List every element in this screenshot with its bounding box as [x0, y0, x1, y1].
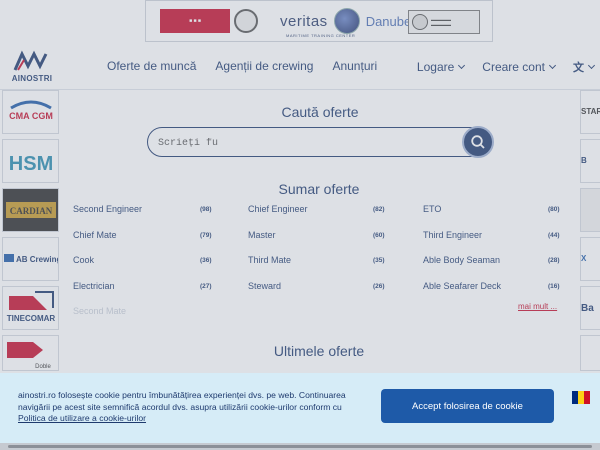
cookie-message: ainostri.ro folosește cookie pentru îmbu…	[18, 390, 368, 425]
nav-crewing-agencies[interactable]: Agenții de crewing	[215, 59, 313, 73]
chevron-down-icon	[548, 61, 557, 70]
job-summary-item[interactable]: Able Body Seaman (28)	[423, 255, 562, 265]
horizontal-scrollbar[interactable]	[0, 443, 600, 450]
cookie-policy-link[interactable]: Politica de utilizare a cookie-urilor	[18, 413, 146, 423]
banner-red-logo: ■ ■ ■	[160, 9, 230, 33]
job-name: Electrician	[73, 281, 115, 291]
cert-lines: ▬▬▬▬▬ ▬▬▬▬▬	[431, 17, 451, 27]
job-summary-item[interactable]: Able Seafarer Deck (16)	[423, 281, 562, 291]
tinecomar-logo-icon: TINECOMAR	[6, 291, 55, 323]
job-summary-item[interactable]: Second Engineer (98)	[73, 204, 214, 214]
job-name: Steward	[248, 281, 282, 291]
login-menu[interactable]: Logare	[416, 60, 466, 74]
account-nav: Logare Creare cont 文	[399, 59, 596, 75]
more-offers-link[interactable]: mai mult ...	[518, 302, 557, 311]
svg-text:CARDIAN: CARDIAN	[9, 206, 52, 216]
cert-seal-icon	[412, 14, 428, 30]
svg-text:Doble: Doble	[35, 364, 51, 370]
job-count: (60)	[373, 232, 385, 239]
job-count: (82)	[373, 206, 385, 213]
site-header: AINOSTRI Oferte de muncă Agenții de crew…	[0, 44, 600, 90]
top-ad-banner[interactable]: ■ ■ ■ veritas Danube MARITIME TRAINING C…	[145, 0, 493, 42]
svg-text:HSM: HSM	[9, 153, 53, 175]
nav-job-offers[interactable]: Oferte de muncă	[107, 59, 196, 73]
banner-brand-left: veritas	[280, 12, 328, 30]
job-name: Third Mate	[248, 255, 292, 265]
logo-waves-icon	[13, 50, 48, 71]
banner-brand-right: Danube	[365, 13, 412, 29]
job-name: ETO	[423, 204, 442, 214]
cookie-banner: ainostri.ro folosește cookie pentru îmbu…	[0, 373, 600, 443]
search-box	[147, 127, 493, 157]
job-count: (98)	[200, 206, 212, 213]
partner-logo-right-4[interactable]: X	[580, 237, 600, 281]
job-name: Chief Mate	[73, 230, 117, 240]
bureau-veritas-seal-icon	[234, 9, 258, 33]
job-name: Able Seafarer Deck	[423, 281, 502, 291]
search-button[interactable]	[462, 126, 494, 158]
job-count: (28)	[548, 257, 560, 264]
cookie-text: ainostri.ro folosește cookie pentru îmbu…	[18, 390, 346, 412]
job-summary-item[interactable]: Steward (26)	[248, 281, 387, 291]
job-count: (80)	[548, 206, 560, 213]
partner-logo-right-5[interactable]: Ba	[580, 286, 600, 330]
job-name: Master	[248, 230, 276, 240]
right-partners-column: STAR B X Ba	[580, 90, 600, 371]
svg-text:AB Crewing: AB Crewing	[16, 255, 59, 264]
faded-job-item: Second Mate	[73, 306, 127, 316]
translate-icon: 文	[573, 62, 584, 74]
scrollbar-thumb[interactable]	[8, 445, 592, 448]
create-account-menu[interactable]: Creare cont	[482, 60, 557, 74]
ab-crewing-logo-icon: AB Crewing	[3, 254, 59, 264]
job-name: Cook	[73, 255, 95, 265]
job-name: Third Engineer	[423, 230, 483, 240]
job-summary-item[interactable]: Master (60)	[248, 230, 387, 240]
partner-logo-right-2[interactable]: B	[580, 139, 600, 183]
job-summary-item[interactable]: Third Engineer (44)	[423, 230, 562, 240]
certification-badge: ▬▬▬▬▬ ▬▬▬▬▬	[408, 10, 480, 34]
main-nav: Oferte de muncă Agenții de crewing Anunț…	[107, 59, 396, 73]
banner-subtitle: MARITIME TRAINING CENTER	[286, 33, 356, 38]
job-count: (79)	[200, 232, 212, 239]
accept-cookies-button[interactable]: Accept folosirea de cookie	[381, 389, 554, 423]
create-account-label: Creare cont	[482, 60, 545, 74]
job-summary-item[interactable]: Electrician (27)	[73, 281, 214, 291]
job-summary-item[interactable]: ETO (80)	[423, 204, 562, 214]
job-summary-item[interactable]: Third Mate (35)	[248, 255, 387, 265]
chevron-down-icon	[458, 61, 466, 70]
job-summary-item[interactable]: Chief Engineer (82)	[248, 204, 387, 214]
latest-offers-title: Ultimele oferte	[273, 343, 365, 359]
job-count: (16)	[548, 283, 560, 290]
job-name: Able Body Seaman	[423, 255, 501, 265]
cardian-logo-icon: CARDIAN	[5, 202, 56, 218]
partner-logo-ab-crewing[interactable]: AB Crewing	[2, 237, 59, 281]
logo-text: AINOSTRI	[11, 74, 53, 83]
job-count: (36)	[200, 257, 212, 264]
job-name: Chief Engineer	[248, 204, 308, 214]
chevron-down-icon	[587, 61, 596, 70]
site-logo[interactable]: AINOSTRI	[10, 50, 54, 86]
nav-announcements[interactable]: Anunțuri	[332, 59, 377, 73]
summary-title: Sumar oferte	[278, 181, 360, 197]
job-count: (44)	[548, 232, 560, 239]
left-partners-column: CMA CGM HSM CARDIAN AB Crewing TINECOMAR…	[0, 90, 60, 371]
partner-logo-tinecomar[interactable]: TINECOMAR	[2, 286, 59, 330]
search-input[interactable]	[158, 135, 458, 151]
job-count: (26)	[373, 283, 385, 290]
romanian-flag-icon[interactable]	[572, 391, 590, 404]
globe-icon	[333, 8, 360, 34]
login-label: Logare	[416, 60, 455, 74]
job-summary-item[interactable]: Chief Mate (79)	[73, 230, 214, 240]
hsm-logo-icon: HSM	[9, 153, 53, 175]
job-count: (27)	[200, 283, 212, 290]
search-title: Caută oferte	[281, 104, 359, 120]
job-count: (35)	[373, 257, 385, 264]
job-summary-item[interactable]: Cook (36)	[73, 255, 214, 265]
language-menu[interactable]: 文	[573, 59, 596, 75]
partner-logo-hsm[interactable]: HSM	[2, 139, 59, 183]
search-icon	[471, 135, 485, 149]
job-name: Second Engineer	[73, 204, 143, 214]
svg-text:TINECOMAR: TINECOMAR	[6, 314, 55, 323]
